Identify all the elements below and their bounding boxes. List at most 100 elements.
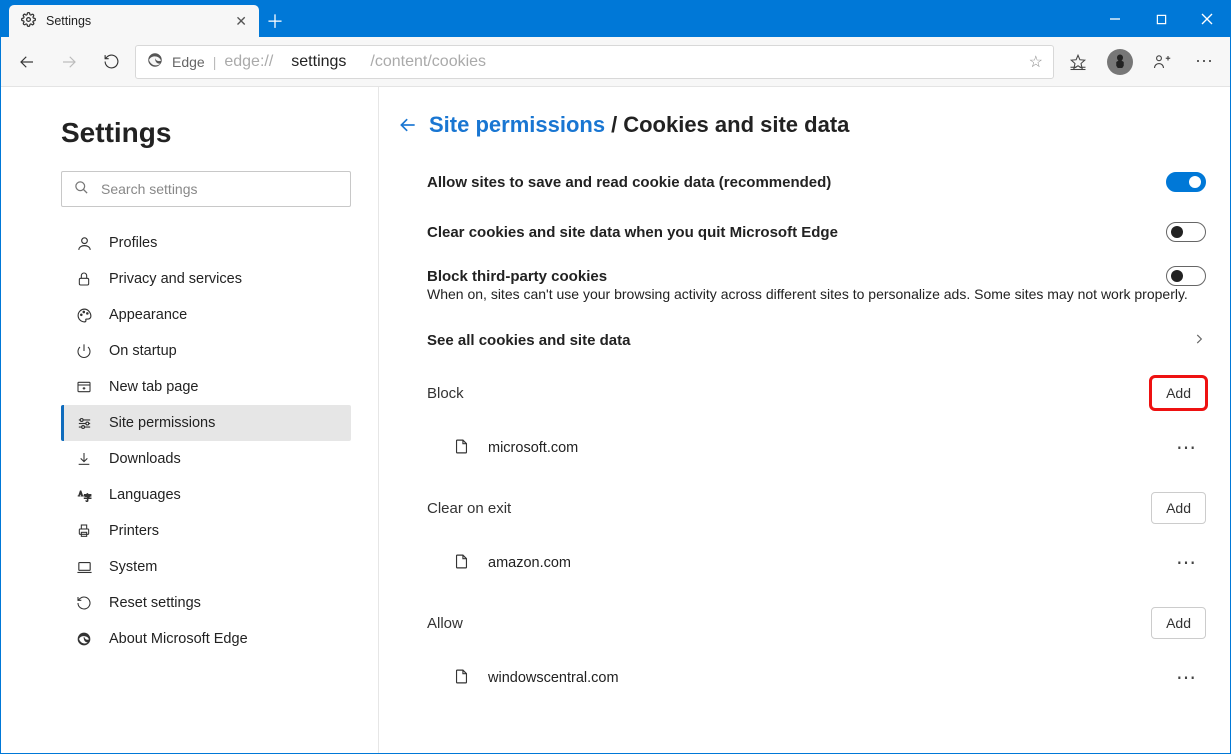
sidebar-item-label: Languages [109,487,181,503]
more-menu-button[interactable]: ⋯ [1186,44,1222,80]
search-icon [74,180,89,198]
svg-text:字: 字 [83,492,91,502]
setting-label: Block third-party cookies [427,268,607,285]
sidebar-item-label: Appearance [109,307,187,323]
clear-site-row: amazon.com ⋯ [453,546,1206,579]
add-clear-site-button[interactable]: Add [1151,492,1206,524]
sidebar-item-label: On startup [109,343,177,359]
browser-tab[interactable]: Settings ✕ [9,5,259,37]
setting-label: Allow sites to save and read cookie data… [427,174,831,191]
sidebar-item-label: Printers [109,523,159,539]
sidebar-item-label: System [109,559,157,575]
section-label: Allow [427,615,463,632]
section-label: Block [427,385,464,402]
power-icon [75,343,93,359]
file-icon [453,438,470,458]
minimize-button[interactable] [1092,1,1138,37]
collections-button[interactable] [1144,44,1180,80]
sidebar-item-about[interactable]: About Microsoft Edge [61,621,351,657]
setting-clear-on-quit: Clear cookies and site data when you qui… [427,216,1206,248]
address-product: Edge [172,54,205,70]
sidebar-item-label: About Microsoft Edge [109,631,248,647]
close-tab-icon[interactable]: ✕ [235,13,247,30]
sidebar-item-appearance[interactable]: Appearance [61,297,351,333]
close-window-button[interactable] [1184,1,1230,37]
add-block-site-button[interactable]: Add [1151,377,1206,409]
edge-logo-icon [75,631,93,647]
sidebar-item-label: Privacy and services [109,271,242,287]
sidebar-item-startup[interactable]: On startup [61,333,351,369]
address-url: edge://settings/content/cookies [224,53,486,71]
file-icon [453,553,470,573]
lock-icon [75,271,93,287]
sidebar-item-label: Site permissions [109,415,215,431]
sidebar-item-label: Downloads [109,451,181,467]
sidebar-item-profiles[interactable]: Profiles [61,225,351,261]
address-bar[interactable]: Edge | edge://settings/content/cookies ☆ [135,45,1054,79]
section-allow: Allow Add [427,607,1206,639]
site-more-button[interactable]: ⋯ [1168,661,1206,694]
sidebar-item-languages[interactable]: A字 Languages [61,477,351,513]
sidebar-item-printers[interactable]: Printers [61,513,351,549]
favorites-button[interactable] [1060,44,1096,80]
edge-icon [146,51,164,72]
settings-search-input[interactable] [99,180,338,198]
settings-main: Site permissions / Cookies and site data… [379,87,1230,753]
add-allow-site-button[interactable]: Add [1151,607,1206,639]
setting-block-third-party: Block third-party cookies When on, sites… [427,266,1206,302]
sidebar-item-site-permissions[interactable]: Site permissions [61,405,351,441]
reset-icon [75,595,93,611]
refresh-button[interactable] [93,44,129,80]
sidebar-item-newtab[interactable]: New tab page [61,369,351,405]
new-tab-button[interactable]: ＋ [259,5,291,37]
sidebar-item-downloads[interactable]: Downloads [61,441,351,477]
back-button[interactable] [9,44,45,80]
breadcrumb: Site permissions / Cookies and site data [397,112,1206,138]
gear-icon [21,12,36,30]
blocked-site-row: microsoft.com ⋯ [453,431,1206,464]
sidebar-item-privacy[interactable]: Privacy and services [61,261,351,297]
window-controls [1092,1,1230,37]
printer-icon [75,523,93,539]
see-all-cookies-link[interactable]: See all cookies and site data [427,332,1206,349]
palette-icon [75,307,93,324]
link-label: See all cookies and site data [427,332,630,349]
section-block: Block Add [427,377,1206,409]
setting-allow-cookies: Allow sites to save and read cookie data… [427,166,1206,198]
breadcrumb-current: Cookies and site data [623,112,849,138]
toggle-block-third-party[interactable] [1166,266,1206,286]
titlebar: Settings ✕ ＋ [1,1,1230,37]
site-more-button[interactable]: ⋯ [1168,546,1206,579]
newtab-icon [75,379,93,395]
toggle-clear-on-quit[interactable] [1166,222,1206,242]
site-name: windowscentral.com [488,670,619,686]
sidebar-item-label: Profiles [109,235,157,251]
chevron-right-icon [1192,332,1206,349]
setting-description: When on, sites can't use your browsing a… [427,286,1206,302]
address-separator: | [213,54,217,70]
breadcrumb-sep: / [611,112,617,138]
allow-site-row: windowscentral.com ⋯ [453,661,1206,694]
favorite-star-icon[interactable]: ☆ [1029,52,1043,72]
file-icon [453,668,470,688]
maximize-button[interactable] [1138,1,1184,37]
breadcrumb-parent-link[interactable]: Site permissions [429,112,605,138]
laptop-icon [75,559,93,576]
profile-avatar[interactable] [1102,44,1138,80]
settings-sidebar: Settings Profiles Privacy and services [1,87,379,753]
sidebar-item-system[interactable]: System [61,549,351,585]
breadcrumb-back-icon[interactable] [397,115,419,135]
sidebar-item-reset[interactable]: Reset settings [61,585,351,621]
settings-search[interactable] [61,171,351,207]
tab-title: Settings [46,14,91,28]
settings-heading: Settings [61,117,368,149]
language-icon: A字 [75,487,93,504]
browser-toolbar: Edge | edge://settings/content/cookies ☆… [1,37,1230,87]
section-clear-on-exit: Clear on exit Add [427,492,1206,524]
site-more-button[interactable]: ⋯ [1168,431,1206,464]
toggle-allow-cookies[interactable] [1166,172,1206,192]
download-icon [75,451,93,467]
settings-nav: Profiles Privacy and services Appearance… [61,225,351,657]
section-label: Clear on exit [427,500,511,517]
edge-window: Settings ✕ ＋ [0,0,1231,754]
